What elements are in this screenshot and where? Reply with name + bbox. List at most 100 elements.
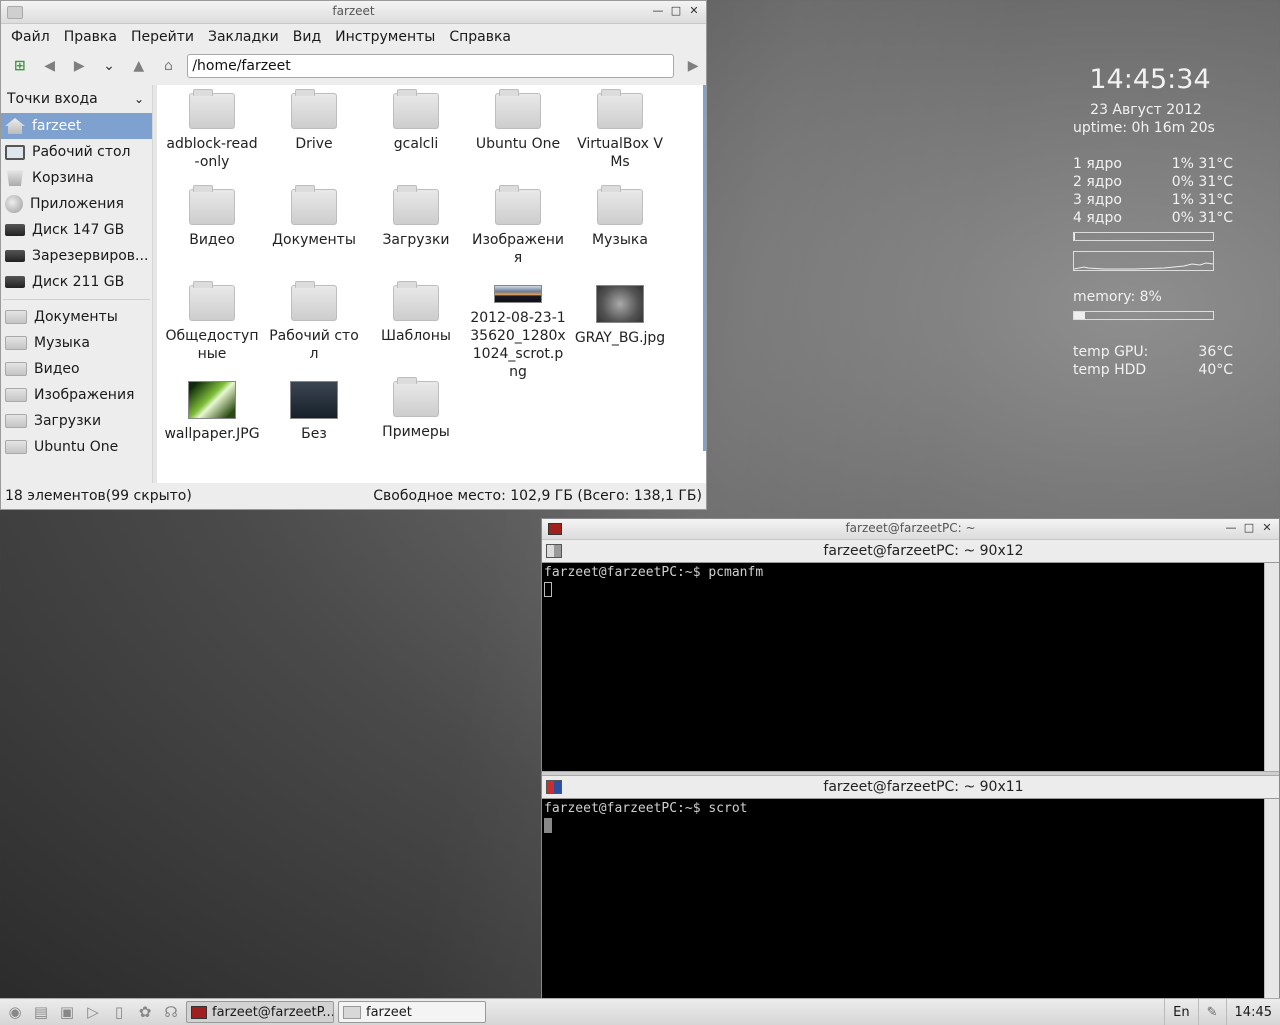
home-icon[interactable]: ⌂: [156, 53, 182, 79]
cpu-bar: [1073, 232, 1214, 241]
place-item[interactable]: Диск 147 GB: [1, 217, 152, 243]
conky-date: 23 Август 2012: [1090, 102, 1202, 118]
terminal-scrollbar[interactable]: [1264, 563, 1279, 771]
bookmark-item[interactable]: Музыка: [1, 330, 152, 356]
file-item[interactable]: 2012-08-23-135620_1280x1024_scrot.png: [467, 285, 569, 381]
folder-icon: [189, 281, 235, 321]
document-icon[interactable]: ▯: [108, 1002, 130, 1022]
file-name: 2012-08-23-135620_1280x1024_scrot.png: [470, 310, 566, 380]
folder-icon: [597, 89, 643, 129]
file-item[interactable]: GRAY_BG.jpg: [569, 285, 671, 381]
file-item[interactable]: Загрузки: [365, 185, 467, 285]
file-view-scrollbar[interactable]: [703, 85, 706, 451]
minimize-icon[interactable]: —: [652, 4, 664, 17]
place-item[interactable]: Корзина: [1, 165, 152, 191]
maximize-icon[interactable]: □: [1243, 521, 1255, 534]
file-item[interactable]: Изображения: [467, 185, 569, 285]
folder-icon: [495, 185, 541, 225]
menu-bookmarks[interactable]: Закладки: [201, 29, 286, 45]
fm-titlebar[interactable]: farzeet — □ ✕: [1, 1, 706, 24]
core-label: 1 ядро: [1073, 156, 1122, 172]
location-input[interactable]: [187, 54, 675, 78]
task-terminal[interactable]: farzeet@farzeetP...: [186, 1001, 334, 1023]
file-item[interactable]: Drive: [263, 89, 365, 189]
pen-icon[interactable]: ✎: [1197, 999, 1226, 1025]
task-label: farzeet: [366, 1004, 412, 1020]
bookmark-item[interactable]: Документы: [1, 304, 152, 330]
bookmark-item[interactable]: Видео: [1, 356, 152, 382]
file-name: Видео: [189, 232, 235, 248]
terminal-pane-header[interactable]: farzeet@farzeetPC: ~ 90x11: [542, 776, 1279, 799]
side-pane: Точки входа ⌄ farzeet Рабочий стол Корзина…: [1, 85, 152, 483]
go-icon[interactable]: ▶: [680, 53, 706, 79]
place-item[interactable]: farzeet: [1, 113, 152, 139]
bookmark-item[interactable]: Ubuntu One: [1, 434, 152, 460]
terminal-pane-header[interactable]: farzeet@farzeetPC: ~ 90x12: [542, 540, 1279, 563]
gpu-temp-value: 36°C: [1198, 344, 1233, 360]
keyboard-layout[interactable]: En: [1164, 999, 1197, 1025]
file-item[interactable]: Рабочий стол: [263, 281, 365, 381]
taskbar: ◉ ▤ ▣ ▷ ▯ ✿ ☊ farzeet@farzeetP... farzee…: [0, 998, 1280, 1025]
menu-view[interactable]: Вид: [286, 29, 328, 45]
file-item[interactable]: Примеры: [365, 377, 467, 477]
file-item[interactable]: Музыка: [569, 185, 671, 285]
text-cursor: [544, 582, 552, 597]
file-item[interactable]: Без: [263, 381, 365, 477]
menu-go[interactable]: Перейти: [124, 29, 201, 45]
menu-edit[interactable]: Правка: [57, 29, 124, 45]
file-item[interactable]: wallpaper.JPG: [161, 381, 263, 477]
file-item[interactable]: VirtualBox VMs: [569, 89, 671, 189]
media-player-icon[interactable]: ▷: [82, 1002, 104, 1022]
place-item[interactable]: Рабочий стол: [1, 139, 152, 165]
file-item[interactable]: Шаблоны: [365, 281, 467, 381]
place-item[interactable]: Диск 211 GB: [1, 269, 152, 295]
history-dropdown-icon[interactable]: ⌄: [96, 53, 122, 79]
terminal-titlebar[interactable]: farzeet@farzeetPC: ~ — □ ✕: [542, 519, 1279, 540]
bookmark-item[interactable]: Изображения: [1, 382, 152, 408]
back-icon[interactable]: ◀: [37, 53, 63, 79]
panel-clock[interactable]: 14:45: [1225, 999, 1280, 1025]
bookmark-item[interactable]: Загрузки: [1, 408, 152, 434]
file-item[interactable]: Документы: [263, 185, 365, 285]
file-item[interactable]: Общедоступные: [161, 281, 263, 381]
core-label: 3 ядро: [1073, 192, 1122, 208]
prompt-line: farzeet@farzeetPC:~$ scrot: [544, 801, 748, 816]
maximize-icon[interactable]: □: [670, 4, 682, 17]
terminal-scrollbar[interactable]: [1264, 799, 1279, 999]
file-item[interactable]: adblock-read-only: [161, 89, 263, 189]
menu-tools[interactable]: Инструменты: [328, 29, 442, 45]
file-item[interactable]: gcalcli: [365, 89, 467, 189]
terminal-output[interactable]: farzeet@farzeetPC:~$ scrot: [542, 799, 1265, 999]
task-file-manager[interactable]: farzeet: [338, 1001, 486, 1023]
close-icon[interactable]: ✕: [1261, 521, 1273, 534]
forward-icon[interactable]: ▶: [66, 53, 92, 79]
place-item[interactable]: Зарезервиров...: [1, 243, 152, 269]
show-desktop-icon[interactable]: ▤: [30, 1002, 52, 1022]
split-layout-icon[interactable]: [546, 544, 562, 558]
file-name: gcalcli: [393, 136, 439, 152]
task-label: farzeet@farzeetP...: [212, 1004, 334, 1020]
bookmarks-list: Документы Музыка Видео Изображения Загрузки U…: [1, 304, 152, 460]
chevron-down-icon[interactable]: ⌄: [134, 92, 144, 106]
package-icon[interactable]: ▣: [56, 1002, 78, 1022]
terminal-output[interactable]: farzeet@farzeetPC:~$ pcmanfm: [542, 563, 1265, 771]
close-icon[interactable]: ✕: [688, 4, 700, 17]
place-item[interactable]: Приложения: [1, 191, 152, 217]
menu-icon[interactable]: ◉: [4, 1002, 26, 1022]
file-item[interactable]: Видео: [161, 185, 263, 285]
core-value: 0% 31°C: [1171, 174, 1233, 190]
file-item[interactable]: Ubuntu One: [467, 89, 569, 189]
fm-window-title: farzeet: [332, 4, 375, 18]
minimize-icon[interactable]: —: [1225, 521, 1237, 534]
browser-icon[interactable]: ✿: [134, 1002, 156, 1022]
headphones-icon[interactable]: ☊: [160, 1002, 182, 1022]
menu-help[interactable]: Справка: [442, 29, 518, 45]
up-icon[interactable]: ▲: [126, 53, 152, 79]
split-layout-icon[interactable]: [546, 780, 562, 794]
side-pane-selector[interactable]: Точки входа ⌄: [1, 85, 152, 113]
new-tab-icon[interactable]: ⊞: [7, 53, 33, 79]
folder-icon: [597, 185, 643, 225]
menu-file[interactable]: Файл: [4, 29, 57, 45]
bookmark-label: Документы: [34, 309, 118, 325]
image-thumbnail-icon: [188, 381, 236, 419]
